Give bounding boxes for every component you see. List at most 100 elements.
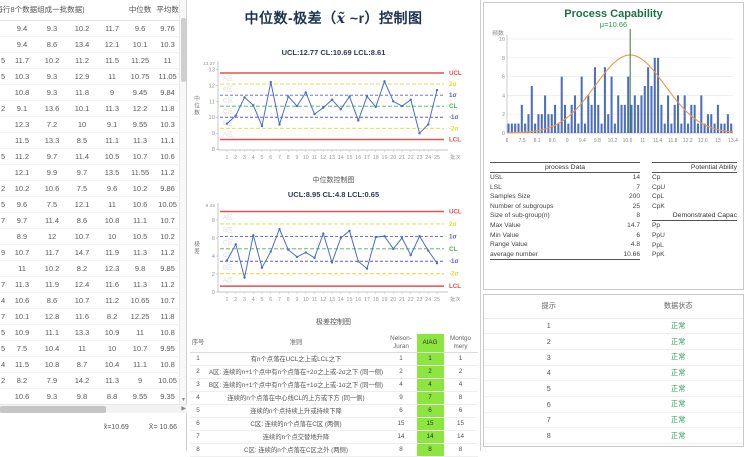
sample-cell-clipped: 5	[0, 148, 7, 164]
status-row: 3正常	[484, 349, 743, 365]
demonstrated-capacity-label: Pp	[652, 221, 737, 231]
process-data-label: Number of subgroups	[490, 202, 553, 212]
process-data-value: 7	[636, 183, 640, 193]
rule-montgomery-value: 4	[444, 378, 478, 391]
process-data-row: Max Value14.7	[490, 221, 640, 231]
potential-ability-label: CpL	[652, 192, 737, 202]
svg-text:14: 14	[337, 297, 343, 303]
table-row: 9.48.613.412.110.110.3	[0, 36, 179, 52]
rule-text: A区: 连续的n+1个点中有n个点落在+2σ之上或-2σ之下 (同一侧)	[207, 365, 386, 378]
sample-cell-clipped: 9	[0, 244, 7, 260]
horizontal-scrollbar[interactable]: ▶	[0, 404, 187, 413]
svg-text:CL: CL	[449, 103, 457, 110]
svg-text:10: 10	[499, 37, 505, 43]
vertical-scrollbar[interactable]: ▼	[179, 0, 186, 404]
sample-cell: 8.2	[7, 372, 37, 388]
process-data-label: Size of sub-group(n)	[490, 211, 550, 221]
svg-text:11: 11	[311, 155, 317, 161]
median-cell: 10.7	[127, 148, 153, 164]
sample-cell: 10.2	[67, 20, 97, 36]
table-row: 12.37.2109.19.5510.3	[0, 116, 179, 132]
svg-text:9: 9	[295, 155, 298, 161]
median-cell: 11.55	[127, 164, 153, 180]
table-row: 8.91210.71010.510.2	[0, 228, 179, 244]
demonstrated-capacity-title: Demonstrated Capac	[652, 211, 737, 221]
rule-text: 连续的n个点落在中心线CL的上方或下方 (同一侧)	[207, 391, 386, 404]
sample-cell: 7.2	[37, 116, 67, 132]
svg-text:6: 6	[269, 155, 272, 161]
svg-text:10: 10	[208, 115, 214, 121]
mean-cell: 11.8	[153, 100, 179, 116]
rule-no: 6	[190, 417, 207, 430]
sample-cell: 12.3	[7, 116, 37, 132]
svg-text:B区: B区	[223, 227, 233, 234]
svg-text:10: 10	[302, 155, 308, 161]
svg-text:13: 13	[208, 67, 214, 73]
sample-cell: 8.8	[97, 388, 127, 404]
status-row: 8正常	[484, 428, 743, 444]
status-batch-number: 6	[484, 396, 614, 412]
svg-text:12: 12	[320, 297, 326, 303]
rule-aiag-value: 2	[417, 365, 444, 378]
svg-text:LCL: LCL	[449, 283, 461, 290]
svg-text:-2σ: -2σ	[449, 125, 460, 132]
svg-text:位: 位	[194, 102, 200, 110]
scroll-down-arrow-icon[interactable]: ▼	[180, 397, 187, 404]
svg-text:24: 24	[425, 155, 431, 161]
sample-cell-clipped: 2	[0, 372, 7, 388]
table-row: 410.68.610.711.210.6510.7	[0, 292, 179, 308]
scroll-right-arrow-icon[interactable]: ▶	[181, 405, 186, 414]
samples-table-header: (每行8个数据组成一批数据) 中位数 平均数	[0, 0, 179, 20]
mean-cell: 10.2	[153, 228, 179, 244]
svg-text:13: 13	[329, 155, 335, 161]
table-row: 9.49.310.211.79.69.76	[0, 20, 179, 36]
sample-cell-clipped	[0, 116, 7, 132]
rule-montgomery-value: 15	[444, 417, 478, 430]
sample-cell: 13.5	[97, 164, 127, 180]
rules-table-header: 序号 准则 Nelson-Juran AIAG Montgomery	[190, 334, 478, 352]
sample-cell: 8.2	[97, 308, 127, 324]
process-capability-section: Process Capability μ=10.66 0246810频数67.5…	[483, 2, 744, 290]
vertical-scrollbar-thumb[interactable]	[181, 18, 186, 82]
mean-cell: 10.6	[153, 148, 179, 164]
svg-text:2: 2	[234, 155, 237, 161]
svg-text:数: 数	[194, 109, 200, 117]
samples-table-wrap: (每行8个数据组成一批数据) 中位数 平均数 9.49.310.211.79.6…	[0, 0, 179, 404]
median-control-chart: 13.271312111098A区B区C区C区B区A区UCL2σ1σCL-1σ-…	[188, 58, 480, 176]
rules-aiag-header: AIAG	[417, 334, 444, 352]
rule-no: 2	[190, 365, 207, 378]
horizontal-scrollbar-thumb[interactable]	[0, 406, 106, 413]
svg-text:19: 19	[381, 155, 387, 161]
mean-cell: 11	[153, 52, 179, 68]
svg-text:-1σ: -1σ	[449, 114, 460, 121]
svg-text:3: 3	[243, 297, 246, 303]
rule-nelson-value: 15	[386, 417, 417, 430]
status-row: 6正常	[484, 396, 743, 412]
sample-cell: 11.2	[97, 292, 127, 308]
svg-text:10.2: 10.2	[608, 138, 618, 144]
process-data-value: 6	[636, 231, 640, 241]
svg-text:中: 中	[194, 95, 200, 103]
sample-cell: 9.7	[67, 164, 97, 180]
svg-text:B区: B区	[223, 264, 233, 271]
status-row: 2正常	[484, 334, 743, 350]
status-state-cell: 正常	[614, 318, 744, 334]
rule-aiag-value: 15	[417, 417, 444, 430]
sample-cell: 12.8	[37, 308, 67, 324]
sample-cell: 10	[67, 116, 97, 132]
svg-text:11: 11	[640, 138, 645, 144]
sample-cell: 12.4	[67, 276, 97, 292]
sample-cell: 13.6	[37, 100, 67, 116]
svg-text:1: 1	[225, 155, 228, 161]
sample-cell: 9.6	[97, 180, 127, 196]
rule-montgomery-value: 8	[444, 443, 478, 456]
median-cell: 11.1	[127, 356, 153, 372]
svg-text:16: 16	[355, 155, 361, 161]
rule-montgomery-value: 8	[444, 391, 478, 404]
rule-nelson-value: 2	[386, 365, 417, 378]
status-batch-number: 7	[484, 412, 614, 428]
sample-cell: 11.6	[67, 308, 97, 324]
range-chart-xlabel: 极差控制图	[187, 317, 480, 327]
sample-cell: 9.7	[7, 212, 37, 228]
rule-no: 7	[190, 430, 207, 443]
